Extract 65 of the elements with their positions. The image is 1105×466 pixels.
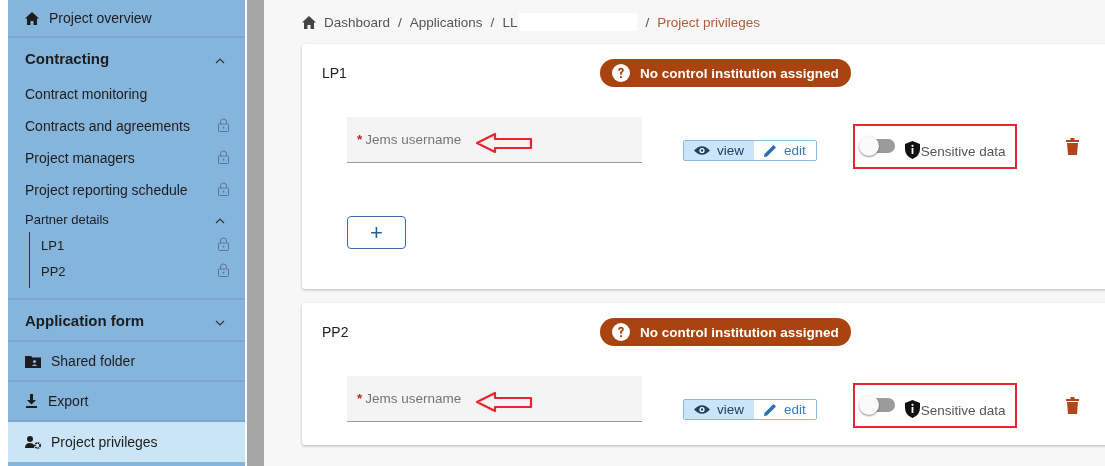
- question-icon: [612, 323, 630, 341]
- required-mark: *: [357, 391, 363, 406]
- sidebar-link[interactable]: Contract monitoring: [25, 86, 148, 102]
- username-field[interactable]: Jems username: [365, 391, 606, 406]
- required-mark: *: [357, 132, 363, 147]
- group-header[interactable]: Partner details: [25, 211, 109, 227]
- input-field[interactable]: * Jems username: [347, 376, 642, 422]
- input-field[interactable]: * Jems username: [347, 117, 642, 163]
- sidebar-item[interactable]: Project privileges: [8, 422, 245, 462]
- breadcrumb-separator: /: [398, 14, 402, 30]
- add-user-button[interactable]: +: [347, 216, 406, 249]
- home-icon[interactable]: [302, 15, 316, 29]
- pencil-icon: [764, 402, 777, 416]
- breadcrumb-separator: /: [645, 14, 650, 30]
- lock-icon: [218, 236, 229, 251]
- username-field[interactable]: Jems username: [365, 132, 606, 147]
- section-header[interactable]: Application form: [25, 311, 145, 329]
- status-badge: No control institution assigned: [600, 318, 851, 346]
- chevron-down-icon[interactable]: [215, 319, 225, 326]
- sidebar-label: Export: [48, 393, 89, 409]
- breadcrumb-link[interactable]: LL: [502, 14, 518, 30]
- trash-icon[interactable]: [1065, 137, 1079, 155]
- sidebar-link[interactable]: Project managers: [25, 150, 135, 166]
- download-icon: [25, 394, 38, 408]
- sensitive-label: Sensitive data: [920, 401, 1006, 418]
- eye-icon: [694, 403, 710, 415]
- sidebar-link[interactable]: Contracts and agreements: [25, 118, 190, 134]
- breadcrumb-link[interactable]: Applications: [409, 14, 483, 30]
- home-icon: [25, 11, 39, 25]
- partner-title: LP1: [322, 65, 348, 81]
- sidebar-label: Project privileges: [51, 434, 158, 450]
- sidebar-label: Project overview: [49, 10, 152, 26]
- user-gear-icon: [25, 435, 41, 449]
- folder-icon: [25, 354, 41, 368]
- sidebar-link[interactable]: PP2: [41, 263, 66, 279]
- sidebar-label: Shared folder: [51, 353, 136, 369]
- section-header[interactable]: Contracting: [25, 49, 110, 67]
- permission-toggle[interactable]: view: [684, 399, 754, 419]
- trash-icon[interactable]: [1065, 396, 1079, 414]
- scrollbar[interactable]: [247, 0, 264, 466]
- breadcrumb-separator: /: [490, 14, 495, 30]
- eye-icon: [694, 144, 710, 156]
- annotation-arrow: [475, 391, 533, 413]
- sensitive-switch[interactable]: [860, 139, 895, 153]
- sidebar-link[interactable]: LP1: [41, 237, 65, 253]
- sidebar-item[interactable]: Shared folder: [8, 342, 245, 382]
- annotation-arrow: [475, 132, 533, 154]
- shield-info-icon: [904, 140, 920, 159]
- pencil-icon: [764, 143, 777, 157]
- chevron-up-icon[interactable]: [215, 217, 225, 224]
- partner-title: PP2: [322, 324, 350, 340]
- chevron-up-icon[interactable]: [215, 57, 225, 64]
- lock-icon: [218, 117, 229, 132]
- sidebar-item[interactable]: Project overview: [8, 0, 245, 38]
- lock-icon: [218, 149, 229, 164]
- lock-icon: [218, 262, 229, 277]
- sensitive-switch[interactable]: [860, 398, 895, 412]
- shield-info-icon: [904, 399, 920, 418]
- breadcrumb-link[interactable]: Dashboard: [324, 14, 391, 30]
- permission-toggle[interactable]: view: [684, 140, 754, 160]
- status-badge: No control institution assigned: [600, 59, 851, 87]
- question-icon: [612, 64, 630, 82]
- sidebar-link[interactable]: Project reporting schedule: [25, 182, 188, 198]
- sensitive-label: Sensitive data: [920, 142, 1006, 159]
- lock-icon: [218, 181, 229, 196]
